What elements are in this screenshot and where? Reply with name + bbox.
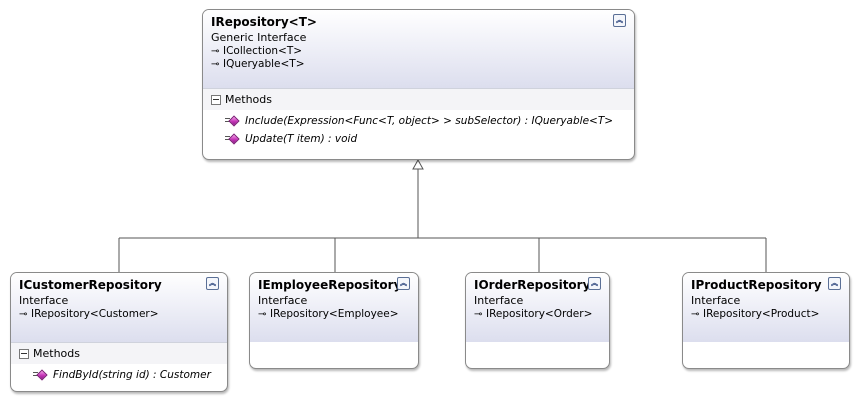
implements-label: IQueryable<T> xyxy=(223,58,305,70)
class-name: IRepository<T> xyxy=(211,15,317,29)
method-item[interactable]: Update(T item) : void xyxy=(203,130,634,148)
class-name: ICustomerRepository xyxy=(19,278,162,292)
lollipop-arrow-icon: ⊸ xyxy=(211,59,220,70)
method-signature: FindById(string id) : Customer xyxy=(53,369,211,381)
class-header: IOrderRepository Interface ⊸ IRepository<… xyxy=(466,273,609,342)
lollipop-arrow-icon: ⊸ xyxy=(211,46,220,57)
class-box-iorderrepository[interactable]: IOrderRepository Interface ⊸ IRepository<… xyxy=(465,272,610,369)
lollipop-arrow-icon: ⊸ xyxy=(691,309,700,320)
implements-label: IRepository<Order> xyxy=(486,308,593,320)
public-method-icon xyxy=(225,115,240,127)
implements-label: IRepository<Customer> xyxy=(31,308,159,320)
class-name: IOrderRepository xyxy=(474,278,591,292)
double-chevron-up-icon[interactable]: ︽ xyxy=(206,277,219,290)
section-label: Methods xyxy=(225,93,272,106)
method-item[interactable]: Include(Expression<Func<T, object> > sub… xyxy=(203,112,634,130)
method-item[interactable]: FindById(string id) : Customer xyxy=(11,366,227,384)
class-stereotype: Interface xyxy=(258,294,308,307)
class-header: IEmployeeRepository Interface ⊸ IReposito… xyxy=(250,273,418,342)
implements-row: ⊸ IRepository<Order> xyxy=(474,308,601,321)
class-box-iemployeerepository[interactable]: IEmployeeRepository Interface ⊸ IReposito… xyxy=(249,272,419,369)
implements-row: ⊸ ICollection<T> xyxy=(211,45,626,58)
lollipop-arrow-icon: ⊸ xyxy=(19,309,28,320)
methods-list: Include(Expression<Func<T, object> > sub… xyxy=(203,110,634,148)
class-header: IRepository<T> Generic Interface ⊸ IColle… xyxy=(203,10,634,88)
double-chevron-up-icon[interactable]: ︽ xyxy=(828,277,841,290)
class-header: IProductRepository Interface ⊸ IRepositor… xyxy=(683,273,849,342)
class-stereotype: Interface xyxy=(474,294,524,307)
section-label: Methods xyxy=(33,347,80,360)
implements-row: ⊸ IRepository<Employee> xyxy=(258,308,410,321)
class-stereotype: Interface xyxy=(19,294,69,307)
lollipop-arrow-icon: ⊸ xyxy=(474,309,483,320)
double-chevron-up-icon[interactable]: ︽ xyxy=(397,277,410,290)
implements-label: IRepository<Employee> xyxy=(270,308,399,320)
generalization-arrowhead xyxy=(412,158,424,170)
implements-row: ⊸ IRepository<Customer> xyxy=(19,308,219,321)
methods-list: FindById(string id) : Customer xyxy=(11,364,227,384)
class-box-irepository[interactable]: IRepository<T> Generic Interface ⊸ IColle… xyxy=(202,9,635,160)
class-header: ICustomerRepository Interface ⊸ IReposito… xyxy=(11,273,227,342)
class-stereotype: Interface xyxy=(691,294,741,307)
methods-section-header[interactable]: Methods xyxy=(203,88,634,110)
implements-row: ⊸ IRepository<Product> xyxy=(691,308,841,321)
class-box-iproductrepository[interactable]: IProductRepository Interface ⊸ IRepositor… xyxy=(682,272,850,369)
minus-box-icon[interactable] xyxy=(211,95,221,105)
lollipop-arrow-icon: ⊸ xyxy=(258,309,267,320)
public-method-icon xyxy=(33,369,48,381)
double-chevron-up-icon[interactable]: ︽ xyxy=(613,14,626,27)
class-box-icustomerrepository[interactable]: ICustomerRepository Interface ⊸ IReposito… xyxy=(10,272,228,392)
method-signature: Update(T item) : void xyxy=(245,133,358,145)
implements-label: IRepository<Product> xyxy=(703,308,820,320)
minus-box-icon[interactable] xyxy=(19,349,29,359)
implements-row: ⊸ IQueryable<T> xyxy=(211,58,626,71)
class-name: IProductRepository xyxy=(691,278,822,292)
public-method-icon xyxy=(225,133,240,145)
class-stereotype: Generic Interface xyxy=(211,31,307,44)
double-chevron-up-icon[interactable]: ︽ xyxy=(588,277,601,290)
methods-section-header[interactable]: Methods xyxy=(11,342,227,364)
class-name: IEmployeeRepository xyxy=(258,278,402,292)
implements-label: ICollection<T> xyxy=(223,45,303,57)
method-signature: Include(Expression<Func<T, object> > sub… xyxy=(245,115,614,127)
